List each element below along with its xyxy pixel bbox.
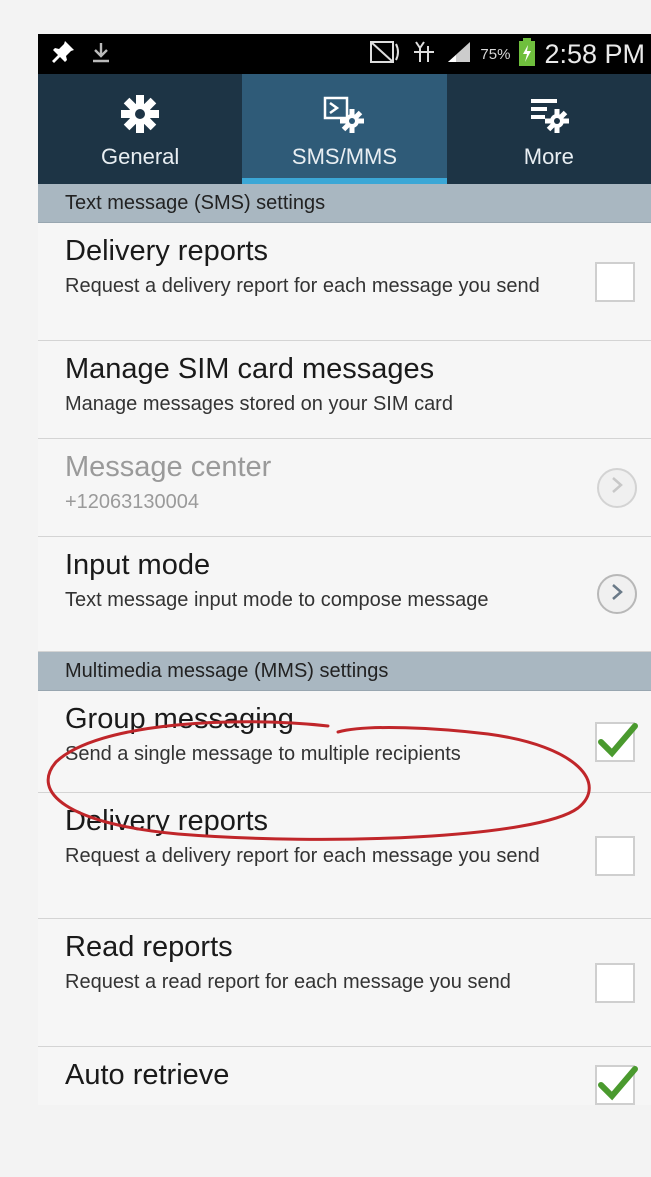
setting-title: Read reports [65, 931, 233, 963]
chevron-right-icon [609, 475, 625, 500]
setting-title: Auto retrieve [65, 1059, 230, 1091]
pin-icon [50, 39, 76, 70]
setting-title: Delivery reports [65, 805, 269, 837]
tab-sms-mms-label: SMS/MMS [291, 144, 398, 169]
read-reports-checkbox[interactable] [595, 962, 635, 1003]
group-messaging-checkbox[interactable] [595, 721, 638, 762]
setting-subtitle: Request a delivery report for each messa… [65, 275, 540, 297]
list-gear-icon [527, 92, 571, 136]
signal-icon [446, 40, 472, 69]
setting-input-mode[interactable]: Input mode Text message input mode to co… [38, 537, 651, 652]
setting-subtitle: Request a delivery report for each messa… [65, 845, 540, 867]
tab-general-label: General [101, 144, 180, 169]
tab-general[interactable]: General [38, 74, 242, 184]
phone-screen: 75% 2:58 PM General SMS/MMS More Text me… [38, 34, 651, 1105]
setting-subtitle: Send a single message to multiple recipi… [65, 743, 461, 765]
mms-section-header: Multimedia message (MMS) settings [38, 652, 651, 691]
setting-subtitle: Text message input mode to compose messa… [65, 589, 489, 611]
setting-title: Delivery reports [65, 235, 269, 267]
clock: 2:58 PM [544, 38, 645, 69]
setting-group-messaging[interactable]: Group messaging Send a single message to… [38, 691, 651, 793]
battery-charging-icon [518, 37, 536, 72]
download-icon [90, 40, 112, 69]
setting-subtitle: +12063130004 [65, 491, 200, 513]
sms-section-header: Text message (SMS) settings [38, 184, 651, 223]
chevron-right-icon [609, 582, 625, 607]
setting-subtitle: Request a read report for each message y… [65, 971, 511, 993]
setting-sms-delivery-reports[interactable]: Delivery reports Request a delivery repo… [38, 223, 651, 341]
setting-message-center: Message center +12063130004 [38, 439, 651, 537]
setting-title: Input mode [65, 549, 211, 581]
setting-subtitle: Manage messages stored on your SIM card [65, 393, 453, 415]
sms-gear-icon [322, 92, 366, 136]
setting-title: Manage SIM card messages [65, 353, 435, 385]
tab-bar: General SMS/MMS More [38, 74, 651, 184]
setting-read-reports[interactable]: Read reports Request a read report for e… [38, 919, 651, 1047]
gear-icon [118, 92, 162, 136]
network-lte-icon [410, 38, 438, 71]
setting-title: Message center [65, 451, 272, 483]
mute-icon [368, 38, 402, 71]
status-bar: 75% 2:58 PM [38, 34, 651, 74]
message-center-chevron-button [597, 467, 637, 508]
sms-delivery-reports-checkbox[interactable] [595, 261, 635, 302]
tab-more-label: More [523, 144, 574, 169]
tab-sms-mms[interactable]: SMS/MMS [242, 74, 447, 184]
battery-percent: 75% [480, 45, 511, 63]
mms-delivery-reports-checkbox[interactable] [595, 835, 635, 876]
setting-mms-delivery-reports[interactable]: Delivery reports Request a delivery repo… [38, 793, 651, 919]
setting-auto-retrieve[interactable]: Auto retrieve [38, 1047, 651, 1105]
setting-manage-sim-messages[interactable]: Manage SIM card messages Manage messages… [38, 341, 651, 439]
setting-title: Group messaging [65, 703, 294, 735]
auto-retrieve-checkbox[interactable] [595, 1065, 638, 1105]
input-mode-chevron-button[interactable] [597, 574, 637, 614]
tab-more[interactable]: More [447, 74, 651, 184]
